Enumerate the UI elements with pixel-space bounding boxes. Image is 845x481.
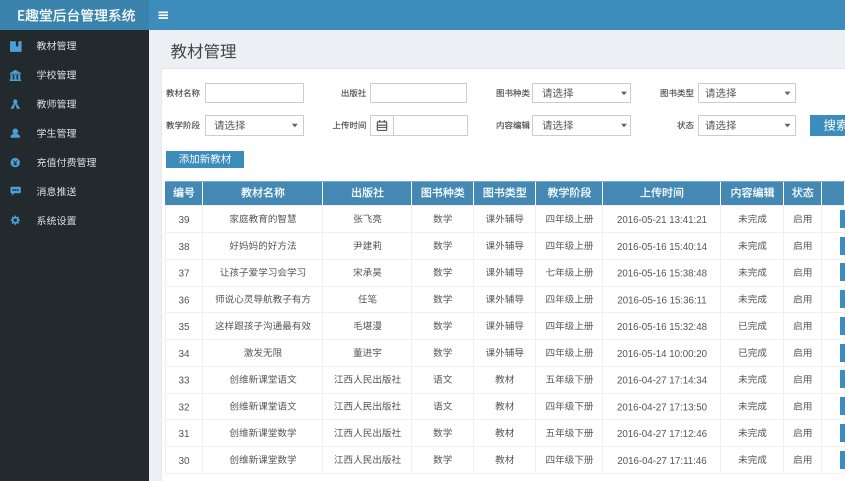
svg-text:2016-05-16 15:32:48: 2016-05-16 15:32:48 <box>617 322 707 333</box>
svg-text:2016-05-16 15:40:14: 2016-05-16 15:40:14 <box>617 242 708 253</box>
svg-text:32: 32 <box>178 402 190 413</box>
svg-text:39: 39 <box>178 215 190 226</box>
svg-text:38: 38 <box>178 242 190 253</box>
svg-text:2016-05-16 15:36:11: 2016-05-16 15:36:11 <box>617 295 706 306</box>
svg-text:30: 30 <box>178 456 190 467</box>
svg-text:36: 36 <box>178 295 190 306</box>
svg-text:2016-04-27 17:13:50: 2016-04-27 17:13:50 <box>617 402 708 413</box>
svg-text:2016-05-16 15:38:48: 2016-05-16 15:38:48 <box>617 269 707 280</box>
svg-text:35: 35 <box>178 322 190 333</box>
svg-text:2016-05-14 10:00:20: 2016-05-14 10:00:20 <box>617 349 708 360</box>
svg-text:34: 34 <box>178 349 190 360</box>
svg-text:33: 33 <box>178 376 190 387</box>
svg-text:2016-04-27 17:12:46: 2016-04-27 17:12:46 <box>617 429 707 440</box>
svg-text:2016-05-21 13:41:21: 2016-05-21 13:41:21 <box>617 215 707 226</box>
svg-text:31: 31 <box>178 429 190 440</box>
svg-text:2016-04-27 17:11:46: 2016-04-27 17:11:46 <box>617 456 706 467</box>
svg-text:37: 37 <box>178 269 190 280</box>
svg-text:2016-04-27 17:14:34: 2016-04-27 17:14:34 <box>617 376 708 387</box>
